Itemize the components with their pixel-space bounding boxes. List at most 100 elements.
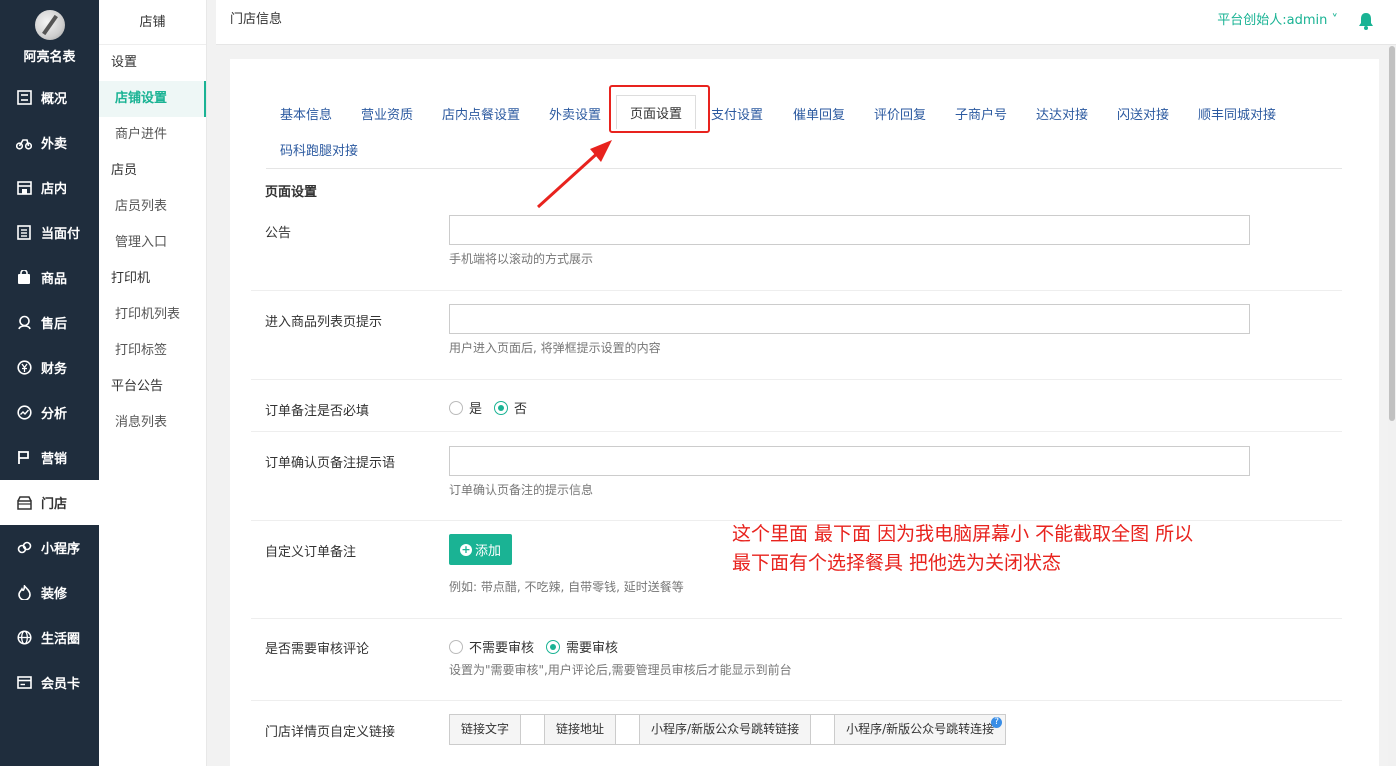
subnav-item-print-label[interactable]: 打印标签 — [99, 333, 206, 369]
subnav-item-admin-entry[interactable]: 管理入口 — [99, 225, 206, 261]
add-remark-button[interactable]: + 添加 — [449, 534, 512, 565]
radio-label: 不需要审核 — [469, 641, 535, 656]
miniapp-link-addon-2: 小程序/新版公众号跳转连接 ? — [835, 715, 1006, 744]
settings-tabs: 基本信息 营业资质 店内点餐设置 外卖设置 页面设置 支付设置 催单回复 评价回… — [266, 85, 1342, 169]
tab-make-errand[interactable]: 码科跑腿对接 — [280, 140, 358, 159]
custom-link-label: 门店详情页自定义链接 — [265, 725, 396, 740]
radio-circle-checked — [546, 639, 561, 654]
bell-icon[interactable] — [1358, 12, 1374, 30]
annotation-line-1: 这个里面 最下面 因为我电脑屏幕小 不能截取全图 所以 — [732, 523, 1194, 545]
list-tip-input[interactable] — [449, 304, 1250, 334]
user-menu[interactable]: 平台创始人:admin ˅ — [1217, 0, 1338, 42]
custom-remark-label: 自定义订单备注 — [265, 545, 357, 560]
avatar[interactable] — [34, 10, 65, 40]
tab-dine-in-settings[interactable]: 店内点餐设置 — [442, 104, 520, 123]
subnav-item-store-settings[interactable]: 店铺设置 — [99, 81, 206, 117]
link-text-addon: 链接文字 — [450, 715, 522, 744]
miniapp-link-input[interactable] — [811, 715, 836, 744]
sidebar-item-label: 营销 — [41, 452, 68, 467]
content-panel: 基本信息 营业资质 店内点餐设置 外卖设置 页面设置 支付设置 催单回复 评价回… — [230, 59, 1379, 766]
globe-icon — [16, 630, 32, 646]
sidebar-item-lifecircle[interactable]: 生活圈 — [0, 615, 99, 660]
tab-payment-settings[interactable]: 支付设置 — [711, 104, 763, 123]
plus-icon: + — [459, 542, 472, 556]
annotation-line-2: 最下面有个选择餐具 把他选为关闭状态 — [732, 552, 1062, 574]
sidebar-item-shop[interactable]: 门店 — [0, 480, 99, 525]
link-url-addon: 链接地址 — [545, 715, 617, 744]
review-audit-radios: 不需要审核 需要审核 — [449, 637, 630, 656]
info-icon[interactable]: ? — [991, 717, 1003, 728]
remark-placeholder-label: 订单确认页备注提示语 — [265, 456, 396, 471]
tab-takeout-settings[interactable]: 外卖设置 — [549, 104, 601, 123]
list-tip-hint: 用户进入页面后, 将弹框提示设置的内容 — [449, 341, 661, 355]
fire-icon — [16, 585, 32, 601]
sidebar-item-label: 小程序 — [41, 542, 81, 557]
subnav-item-printer-list[interactable]: 打印机列表 — [99, 297, 206, 333]
page-title: 门店信息 — [230, 12, 283, 27]
radio-label: 是 — [469, 402, 483, 417]
card-icon — [16, 675, 32, 691]
subnav-item-message-list[interactable]: 消息列表 — [99, 405, 206, 441]
store-icon — [16, 180, 32, 196]
tab-dada[interactable]: 达达对接 — [1036, 104, 1088, 123]
custom-remark-hint: 例如: 带点醋, 不吃辣, 自带零钱, 延时送餐等 — [449, 580, 684, 594]
subnav-group-printer: 打印机 — [111, 271, 151, 286]
sidebar-item-facepay[interactable]: 当面付 — [0, 210, 99, 255]
miniapp-icon — [16, 540, 32, 556]
link-text-input[interactable] — [521, 715, 546, 744]
subnav-title: 店铺 — [99, 0, 206, 45]
subnav-group-staff: 店员 — [111, 163, 138, 178]
remark-required-no[interactable]: 否 — [494, 398, 527, 417]
divider — [251, 618, 1342, 619]
miniapp-link-addon: 小程序/新版公众号跳转链接 — [640, 715, 812, 744]
review-audit-label: 是否需要审核评论 — [265, 642, 370, 657]
link-url-input[interactable] — [616, 715, 641, 744]
tab-reminder-reply[interactable]: 催单回复 — [793, 104, 845, 123]
subnav-item-staff-list[interactable]: 店员列表 — [99, 189, 206, 225]
sub-sidebar: 店铺 设置 店铺设置 商户进件 店员 店员列表 管理入口 打印机 打印机列表 打… — [99, 0, 207, 766]
divider — [251, 700, 1342, 701]
sidebar-item-takeout[interactable]: 外卖 — [0, 120, 99, 165]
bike-icon — [16, 135, 32, 151]
notice-input[interactable] — [449, 215, 1250, 245]
sidebar-item-membercard[interactable]: 会员卡 — [0, 660, 99, 705]
list-tip-label: 进入商品列表页提示 — [265, 315, 383, 330]
sidebar-item-finance[interactable]: 财务 — [0, 345, 99, 390]
tab-sf-intracity[interactable]: 顺丰同城对接 — [1198, 104, 1276, 123]
sidebar-item-goods[interactable]: 商品 — [0, 255, 99, 300]
sidebar-item-overview[interactable]: 概况 — [0, 75, 99, 120]
brand: 阿亮名表 — [0, 0, 99, 75]
remark-required-yes[interactable]: 是 — [449, 398, 482, 417]
tab-shansong[interactable]: 闪送对接 — [1117, 104, 1169, 123]
tab-review-reply[interactable]: 评价回复 — [874, 104, 926, 123]
miniapp-link-addon-2-label: 小程序/新版公众号跳转连接 — [846, 722, 995, 736]
sidebar-item-marketing[interactable]: 营销 — [0, 435, 99, 480]
sidebar-item-aftersale[interactable]: 售后 — [0, 300, 99, 345]
tab-sub-merchant[interactable]: 子商户号 — [955, 104, 1007, 123]
radio-circle-checked — [494, 400, 509, 415]
radio-label: 否 — [514, 402, 528, 417]
scrollbar-thumb[interactable] — [1389, 46, 1395, 421]
sidebar-item-decoration[interactable]: 装修 — [0, 570, 99, 615]
divider — [251, 290, 1342, 291]
tab-basic-info[interactable]: 基本信息 — [280, 104, 332, 123]
sidebar-item-analysis[interactable]: 分析 — [0, 390, 99, 435]
sidebar-item-label: 店内 — [41, 182, 68, 197]
tab-page-settings[interactable]: 页面设置 — [616, 95, 697, 129]
remark-placeholder-hint: 订单确认页备注的提示信息 — [449, 483, 594, 497]
remark-placeholder-input[interactable] — [449, 446, 1250, 476]
sidebar-item-label: 售后 — [41, 317, 68, 332]
custom-link-group: 链接文字 链接地址 小程序/新版公众号跳转链接 小程序/新版公众号跳转连接 ? — [449, 714, 1007, 745]
review-audit-no[interactable]: 不需要审核 — [449, 637, 534, 656]
divider — [251, 431, 1342, 432]
service-icon — [16, 315, 32, 331]
top-header: 门店信息 平台创始人:admin ˅ — [216, 0, 1396, 45]
shop-icon — [16, 495, 32, 511]
sidebar-item-instore[interactable]: 店内 — [0, 165, 99, 210]
tab-business-license[interactable]: 营业资质 — [361, 104, 413, 123]
review-audit-yes[interactable]: 需要审核 — [546, 637, 618, 656]
sidebar-item-miniapp[interactable]: 小程序 — [0, 525, 99, 570]
subnav-item-merchant-onboarding[interactable]: 商户进件 — [99, 117, 206, 153]
radio-circle — [449, 400, 463, 415]
sidebar-item-label: 会员卡 — [41, 677, 81, 692]
